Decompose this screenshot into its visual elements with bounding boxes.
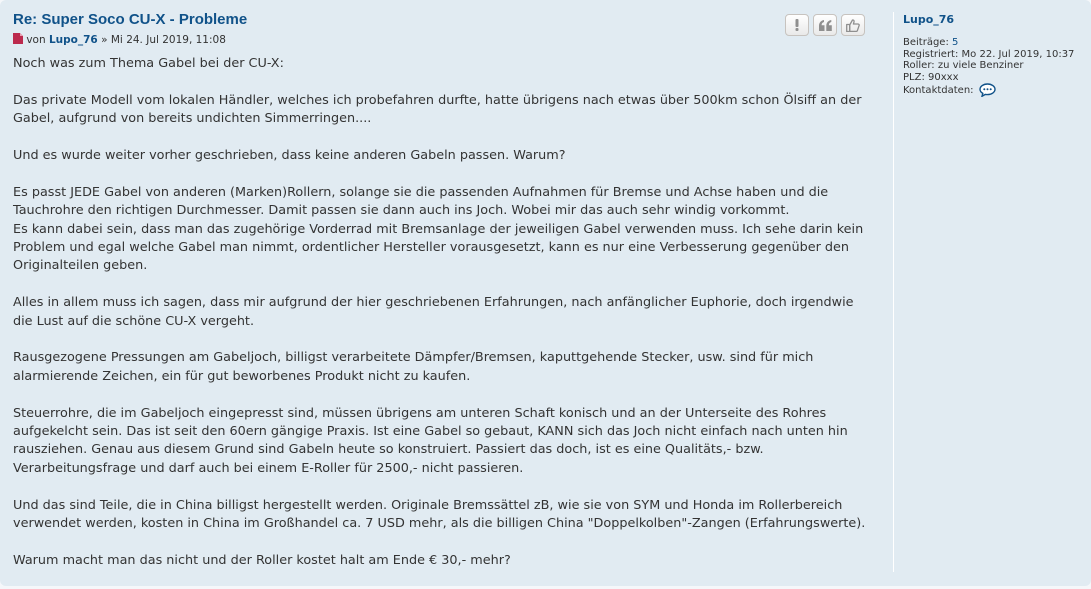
contact-label: Kontaktdaten: (903, 85, 974, 96)
post-date: Mi 24. Jul 2019, 11:08 (110, 34, 226, 46)
plz-value: 90xxx (928, 71, 959, 83)
profile-username[interactable]: Lupo_76 (903, 13, 1089, 27)
registered-label: Registriert: (903, 48, 959, 60)
by-label: von (26, 34, 46, 46)
like-button[interactable] (841, 14, 865, 36)
post-paragraph: Das private Modell vom lokalen Händler, … (13, 92, 868, 129)
post-content: Noch was zum Thema Gabel bei der CU-X: Da… (13, 55, 868, 570)
post-paragraph: Noch was zum Thema Gabel bei der CU-X: (13, 55, 868, 73)
post-actions (785, 14, 865, 36)
profile-contact-row: Kontaktdaten: (903, 83, 1089, 101)
thumbs-up-icon (846, 18, 860, 32)
post-author-link[interactable]: Lupo_76 (49, 34, 98, 46)
post-text-line: Es passt JEDE Gabel von anderen (Marken)… (13, 184, 829, 219)
post-text-line: Es kann dabei sein, dass man das zugehör… (13, 221, 864, 274)
post-text-line: Alles in allem muss ich sagen, dass mir … (13, 295, 854, 329)
profile-roller-row: Roller: zu viele Benziner (903, 60, 1089, 72)
post-paragraph: Und das sind Teile, die in China billigs… (13, 497, 868, 534)
profile-registered-row: Registriert: Mo 22. Jul 2019, 10:37 (903, 49, 1089, 61)
post-icon[interactable] (13, 33, 23, 44)
post-paragraph: Steuerrohre, die im Gabeljoch eingepress… (13, 405, 868, 479)
post-title[interactable]: Re: Super Soco CU-X - Probleme (13, 10, 868, 30)
post-paragraph: Es passt JEDE Gabel von anderen (Marken)… (13, 184, 868, 276)
plz-label: PLZ: (903, 71, 925, 83)
post-text-line: Warum macht man das nicht und der Roller… (13, 552, 511, 568)
post-paragraph: Warum macht man das nicht und der Roller… (13, 552, 868, 570)
post-text-line: Steuerrohre, die im Gabeljoch eingepress… (13, 405, 848, 476)
post-text-line: Noch was zum Thema Gabel bei der CU-X: (13, 56, 284, 71)
post-text-line: Und es wurde weiter vorher geschrieben, … (13, 148, 566, 163)
posts-label: Beiträge: (903, 37, 949, 48)
post-text-line: Und das sind Teile, die in China billigs… (13, 497, 866, 532)
post-divider (893, 12, 894, 572)
quote-icon (818, 19, 832, 31)
post-paragraph: Alles in allem muss ich sagen, dass mir … (13, 294, 868, 331)
post-paragraph: Rausgezogene Pressungen am Gabeljoch, bi… (13, 349, 868, 386)
roller-label: Roller: (903, 60, 935, 71)
quote-button[interactable] (813, 14, 837, 36)
post-body: Re: Super Soco CU-X - Probleme von Lupo_… (13, 10, 868, 589)
roller-value: zu viele Benziner (937, 60, 1024, 71)
forum-post: Re: Super Soco CU-X - Probleme von Lupo_… (0, 0, 1091, 586)
posts-count-link[interactable]: 5 (952, 37, 958, 48)
post-profile: Lupo_76 Beiträge: 5 Registriert: Mo 22. … (903, 13, 1089, 101)
profile-plz-row: PLZ: 90xxx (903, 72, 1089, 84)
registered-value: Mo 22. Jul 2019, 10:37 (961, 48, 1075, 60)
report-button[interactable] (785, 14, 809, 36)
profile-posts-row: Beiträge: 5 (903, 37, 1089, 49)
post-text-line: Rausgezogene Pressungen am Gabeljoch, bi… (13, 350, 814, 384)
post-author-line: von Lupo_76 » Mi 24. Jul 2019, 11:08 (13, 33, 868, 47)
speech-bubble-icon[interactable] (979, 83, 996, 101)
exclamation-icon (795, 19, 799, 31)
separator: » (101, 34, 108, 46)
post-text-line: Das private Modell vom lokalen Händler, … (13, 92, 862, 127)
post-paragraph: Und es wurde weiter vorher geschrieben, … (13, 147, 868, 165)
